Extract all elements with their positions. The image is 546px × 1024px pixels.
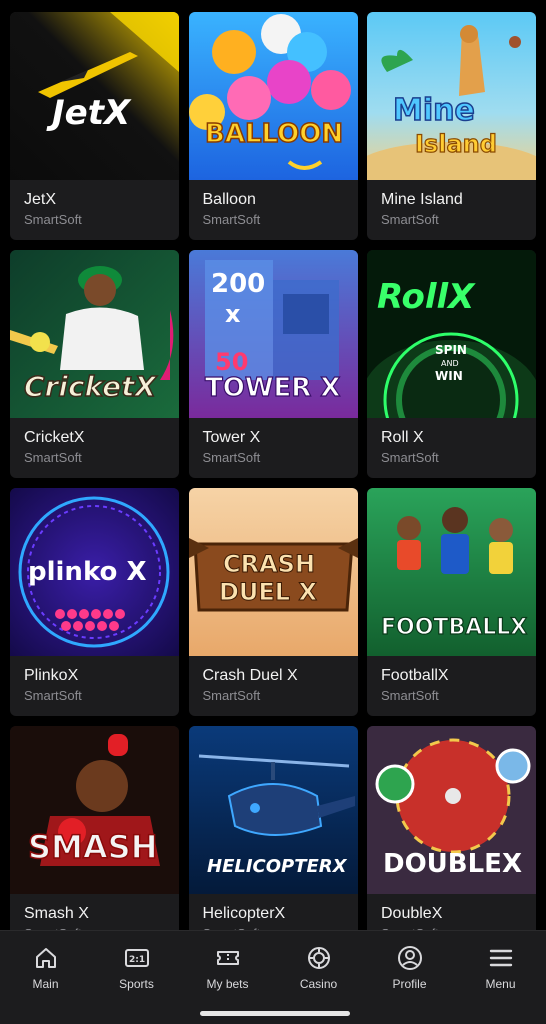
game-title: FootballX — [381, 667, 449, 684]
game-title: PlinkoX — [24, 667, 79, 684]
game-title: Tower X — [202, 429, 261, 446]
bottom-navigation: Main 2:1 Sports My bets Casino Profile M… — [0, 930, 546, 1024]
ticket-icon — [216, 951, 239, 965]
game-title: Roll X — [381, 429, 424, 446]
game-title: Crash Duel X — [202, 667, 298, 684]
game-card-crash-duel-x[interactable]: CRASH DUEL X Crash Duel X SmartSoft — [188, 488, 358, 716]
game-card-balloon[interactable]: BALLOON Balloon SmartSoft — [188, 12, 358, 240]
nav-item-casino[interactable]: Casino — [273, 945, 364, 991]
game-thumbnail: HELICOPTERX — [188, 726, 358, 894]
game-card-roll-x[interactable]: RollX SPIN AND WIN Roll X SmartSoft — [367, 250, 536, 478]
scoreboard-icon: 2:1 — [124, 949, 149, 967]
nav-label: Main — [32, 977, 59, 991]
svg-text:FOOTBALLX: FOOTBALLX — [381, 615, 527, 640]
game-card-tower-x[interactable]: 200 x 50 TOWER X Tower X SmartSoft — [188, 250, 358, 478]
game-grid: JetX JetX SmartSoft BALLOON Balloon Smar… — [10, 12, 536, 954]
jetx-artwork: JetX — [10, 12, 179, 180]
crash-duel-x-artwork: CRASH DUEL X — [188, 488, 358, 656]
game-card-helicopterx[interactable]: HELICOPTERX HelicopterX SmartSoft — [188, 726, 358, 954]
nav-label: Sports — [119, 977, 154, 991]
svg-text:200: 200 — [211, 269, 265, 299]
helicopterx-artwork: HELICOPTERX — [188, 726, 358, 894]
game-card-cricketx[interactable]: CricketX CricketX SmartSoft — [10, 250, 179, 478]
game-card-plinkox[interactable]: plinko X PlinkoX SmartSoft — [10, 488, 179, 716]
game-title: Balloon — [202, 191, 256, 208]
game-thumbnail: RollX SPIN AND WIN — [367, 250, 536, 418]
game-title: JetX — [24, 191, 57, 208]
game-provider: SmartSoft — [381, 450, 439, 465]
svg-text:WIN: WIN — [435, 369, 463, 383]
svg-text:DOUBLEX: DOUBLEX — [383, 849, 522, 879]
svg-text:TOWER X: TOWER X — [205, 373, 340, 403]
svg-text:CricketX: CricketX — [24, 370, 158, 403]
game-card-mine-island[interactable]: Mine Island Mine Island SmartSoft — [367, 12, 536, 240]
svg-text:SMASH: SMASH — [28, 828, 157, 866]
game-title: HelicopterX — [202, 905, 286, 922]
svg-text:50: 50 — [215, 348, 248, 376]
user-icon — [397, 946, 422, 970]
svg-text:2:1: 2:1 — [129, 955, 145, 965]
svg-text:plinko X: plinko X — [28, 557, 147, 587]
game-thumbnail: BALLOON — [188, 12, 358, 180]
svg-text:BALLOON: BALLOON — [205, 119, 343, 149]
svg-text:HELICOPTERX: HELICOPTERX — [207, 856, 348, 877]
svg-text:JetX: JetX — [46, 93, 132, 133]
nav-label: Menu — [485, 977, 516, 991]
chip-icon — [307, 947, 330, 969]
game-thumbnail: CricketX — [10, 250, 179, 418]
home-icon — [35, 948, 56, 968]
svg-text:DUEL X: DUEL X — [219, 578, 317, 606]
game-title: DoubleX — [381, 905, 443, 922]
balloon-artwork: BALLOON — [188, 12, 358, 180]
mine-island-artwork: Mine Island — [367, 12, 536, 180]
game-provider: SmartSoft — [381, 688, 439, 703]
nav-label: My bets — [206, 977, 249, 991]
game-thumbnail: JetX — [10, 12, 179, 180]
nav-item-main[interactable]: Main — [0, 945, 91, 991]
nav-label: Profile — [392, 977, 427, 991]
svg-text:Island: Island — [415, 130, 497, 158]
game-thumbnail: SMASH — [10, 726, 179, 894]
cricketx-artwork: CricketX — [10, 250, 179, 418]
smash-x-artwork: SMASH — [10, 726, 179, 894]
game-thumbnail: CRASH DUEL X — [188, 488, 358, 656]
nav-item-sports[interactable]: 2:1 Sports — [91, 945, 182, 991]
nav-label: Casino — [299, 977, 338, 991]
game-card-jetx[interactable]: JetX JetX SmartSoft — [10, 12, 179, 240]
game-card-smash-x[interactable]: SMASH Smash X SmartSoft — [10, 726, 179, 954]
game-title: Mine Island — [381, 191, 463, 208]
game-provider: SmartSoft — [24, 450, 82, 465]
game-provider: SmartSoft — [24, 688, 82, 703]
home-indicator[interactable] — [200, 1011, 350, 1016]
game-provider: SmartSoft — [202, 212, 261, 227]
tower-x-artwork: 200 x 50 TOWER X — [188, 250, 358, 418]
game-title: CricketX — [24, 429, 85, 446]
game-provider: SmartSoft — [381, 212, 439, 227]
svg-text:SPIN: SPIN — [435, 343, 467, 357]
svg-text:CRASH: CRASH — [223, 550, 315, 578]
plinkox-artwork: plinko X — [10, 488, 179, 656]
nav-item-profile[interactable]: Profile — [364, 945, 455, 991]
svg-text:x: x — [225, 300, 241, 328]
game-card-footballx[interactable]: FOOTBALLX FootballX SmartSoft — [367, 488, 536, 716]
nav-item-menu[interactable]: Menu — [455, 945, 546, 991]
hamburger-icon — [489, 949, 512, 967]
game-provider: SmartSoft — [202, 450, 261, 465]
game-provider: SmartSoft — [202, 688, 261, 703]
svg-text:Mine: Mine — [393, 93, 475, 128]
game-provider: SmartSoft — [24, 212, 82, 227]
game-title: Smash X — [24, 905, 89, 922]
svg-text:RollX: RollX — [377, 277, 476, 317]
game-thumbnail: plinko X — [10, 488, 179, 656]
game-card-doublex[interactable]: DOUBLEX DoubleX SmartSoft — [367, 726, 536, 954]
game-thumbnail: FOOTBALLX — [367, 488, 536, 656]
nav-item-my-bets[interactable]: My bets — [182, 945, 273, 991]
svg-text:AND: AND — [441, 359, 459, 368]
game-thumbnail: Mine Island — [367, 12, 536, 180]
game-thumbnail: DOUBLEX — [367, 726, 536, 894]
roll-x-artwork: RollX SPIN AND WIN — [367, 250, 536, 418]
game-thumbnail: 200 x 50 TOWER X — [188, 250, 358, 418]
doublex-artwork: DOUBLEX — [367, 726, 536, 894]
footballx-artwork: FOOTBALLX — [367, 488, 536, 656]
